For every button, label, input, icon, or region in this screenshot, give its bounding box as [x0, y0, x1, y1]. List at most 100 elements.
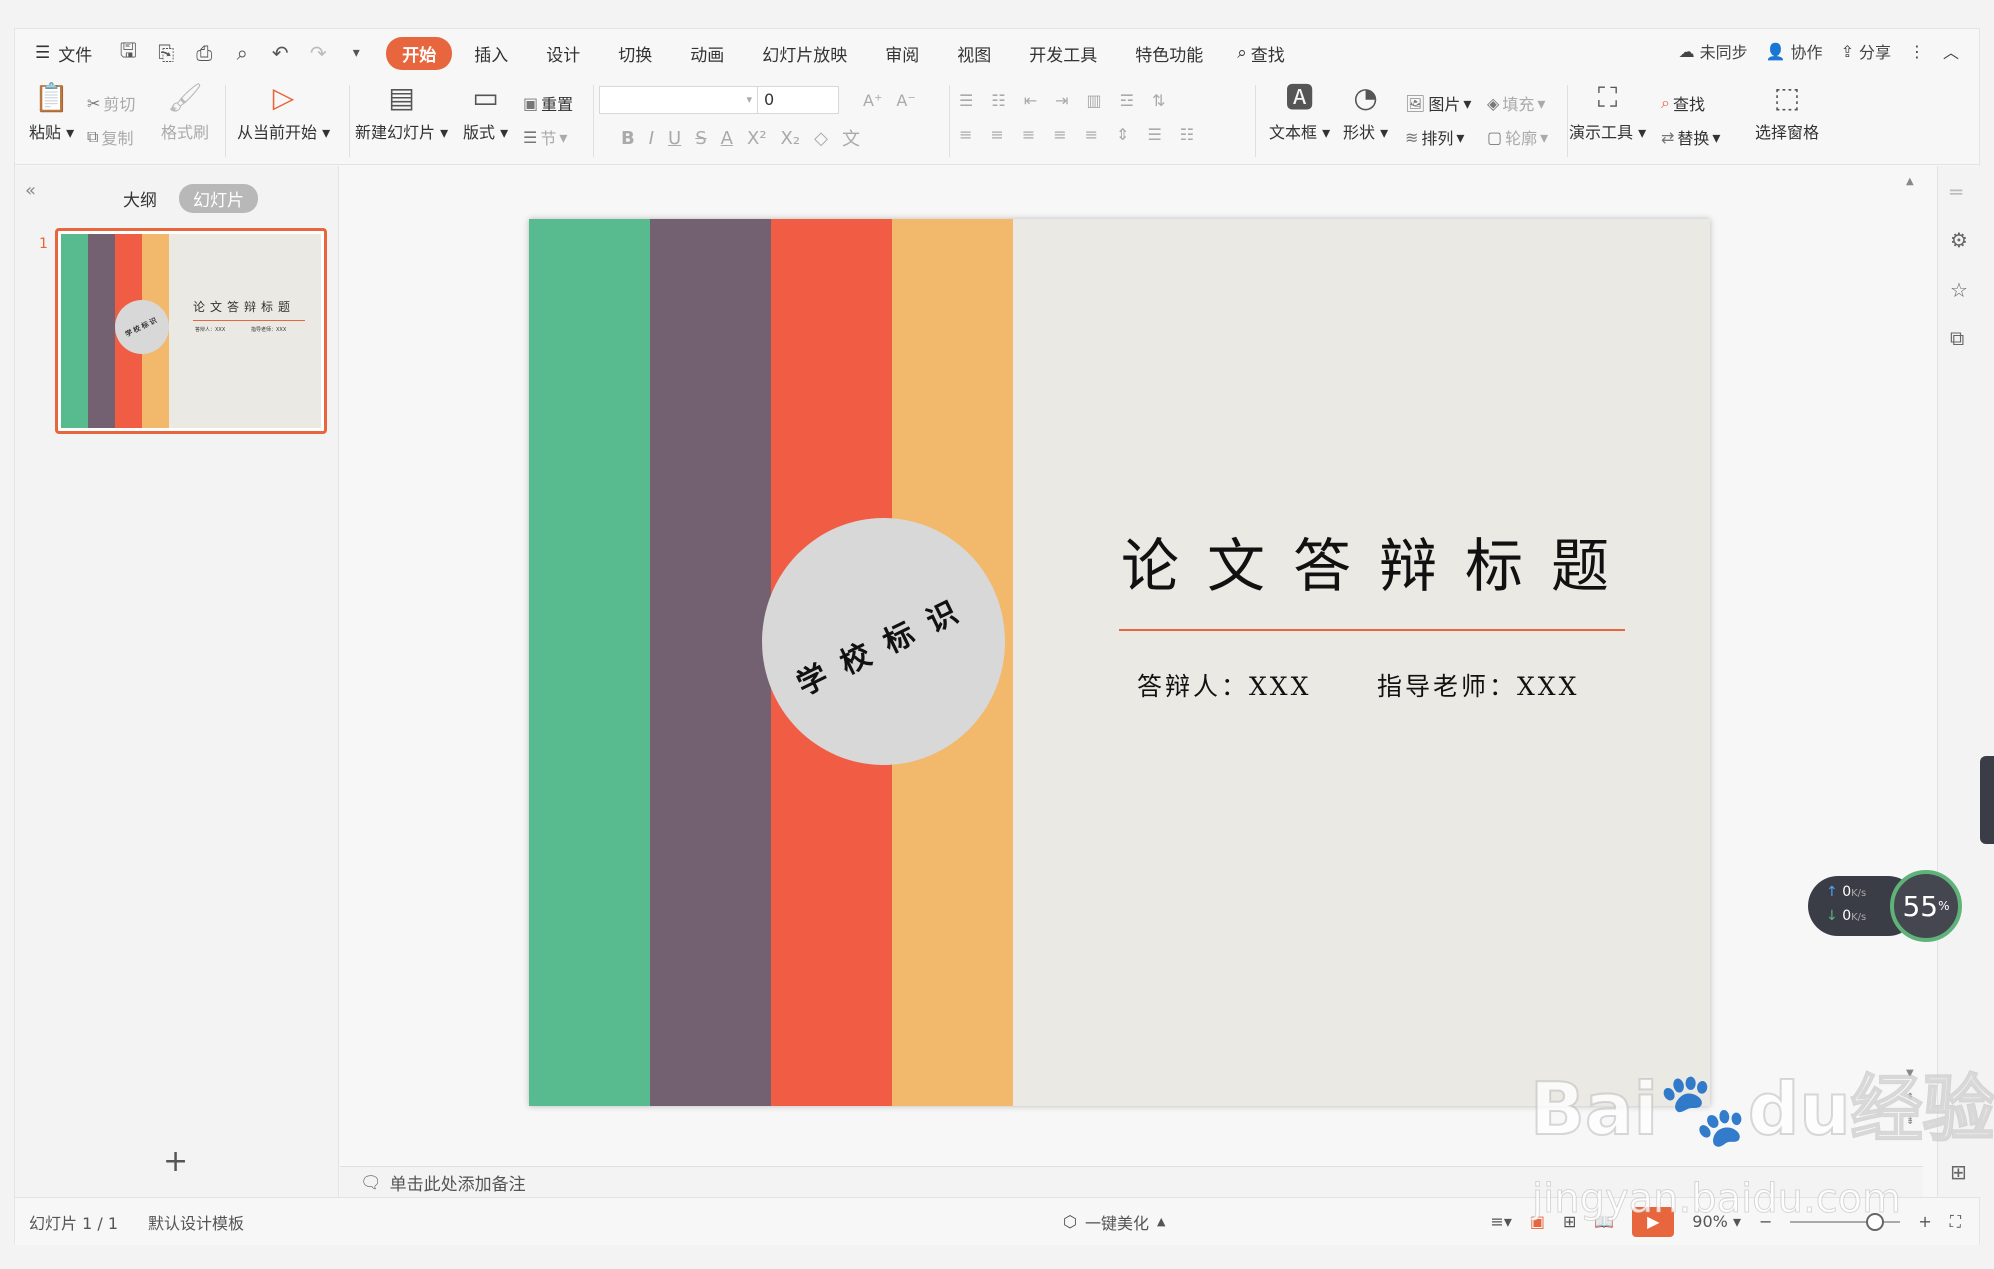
layout-button[interactable]: ▭ 版式 ▾ [463, 83, 508, 143]
slide-canvas[interactable]: 学校标识 论文答辩标题 答辩人：XXX 指导老师：XXX [529, 219, 1710, 1106]
find-button[interactable]: ⌕ 查找 [1661, 91, 1705, 115]
picture-button[interactable]: 🖼 图片 ▾ [1405, 91, 1471, 115]
search-button[interactable]: ⌕ 查找 [1237, 41, 1285, 66]
text-direction-icon[interactable]: ⇅ [1152, 91, 1165, 110]
italic-icon[interactable]: I [649, 128, 654, 149]
align-right-icon[interactable]: ≡ [1022, 125, 1035, 144]
play-from-current-button[interactable]: ▷ 从当前开始 ▾ [237, 83, 330, 143]
distribute-icon[interactable]: ≡ [1085, 125, 1098, 144]
tab-home[interactable]: 开始 [386, 36, 453, 70]
collapse-ribbon-icon[interactable]: ︿ [1943, 39, 1959, 63]
zoom-in-icon[interactable]: + [1918, 1212, 1931, 1231]
tab-transition[interactable]: 切换 [602, 37, 668, 70]
vertical-align-icon[interactable]: ⇕ [1116, 125, 1129, 144]
section-button[interactable]: ☰ 节 ▾ [523, 125, 567, 149]
picture-icon: 🖼 [1405, 93, 1426, 113]
transition-icon[interactable]: ⧉ [1950, 326, 1964, 350]
bold-icon[interactable]: B [621, 128, 635, 149]
presenter-text[interactable]: 答辩人：XXX [1137, 667, 1311, 703]
vertical-scrollbar[interactable]: ▲ ▼ ⇞ ⇟ [1906, 172, 1916, 1162]
align-left-icon[interactable]: ≡ [959, 125, 972, 144]
tab-slideshow[interactable]: 幻灯片放映 [746, 37, 863, 70]
superscript-icon[interactable]: X² [747, 128, 767, 149]
school-logo-circle[interactable]: 学校标识 [762, 518, 1005, 765]
para-spacing-icon[interactable]: ☰ [1147, 125, 1161, 144]
thumb-stripe-purple [88, 234, 115, 428]
notes-toggle-icon[interactable]: ≡▾ [1490, 1212, 1511, 1231]
undo-icon[interactable]: ↶ [268, 41, 292, 65]
fit-window-icon[interactable]: ⛶ [1950, 1212, 1961, 1232]
cut-button[interactable]: ✂ 剪切 [87, 91, 135, 115]
tab-developer[interactable]: 开发工具 [1013, 37, 1113, 70]
template-name[interactable]: 默认设计模板 [148, 1210, 244, 1234]
tab-insert[interactable]: 插入 [458, 37, 524, 70]
increase-font-icon[interactable]: A⁺ [863, 91, 882, 110]
font-size-select[interactable]: 0 [757, 86, 839, 114]
redo-icon[interactable]: ↷ [306, 41, 330, 65]
fill-button[interactable]: ◈ 填充 ▾ [1487, 91, 1545, 115]
animation-star-icon[interactable]: ☆ [1950, 278, 1968, 302]
tab-outline[interactable]: 大纲 [115, 184, 165, 213]
collapse-panel-icon[interactable]: « [25, 180, 36, 201]
format-painter-button[interactable]: 🖌 格式刷 [161, 83, 209, 143]
tab-animation[interactable]: 动画 [674, 37, 740, 70]
line-spacing-icon[interactable]: ☲ [1120, 91, 1134, 110]
new-slide-button[interactable]: ▤ 新建幻灯片 ▾ [355, 83, 448, 143]
shape-button[interactable]: ◔ 形状 ▾ [1343, 83, 1388, 143]
copy-button[interactable]: ⧉ 复制 [87, 125, 133, 149]
properties-icon[interactable]: ⚙ [1950, 228, 1968, 252]
font-family-select[interactable]: ▾ [599, 86, 759, 114]
export-icon[interactable]: ⎘ [154, 41, 178, 65]
reset-button[interactable]: ▣ 重置 [523, 91, 573, 115]
advisor-text[interactable]: 指导老师：XXX [1377, 667, 1579, 703]
textbox-button[interactable]: 🅰 文本框 ▾ [1269, 83, 1330, 143]
network-speed-widget[interactable]: ↑ 0K/s ↓ 0K/s 55% [1808, 870, 1968, 942]
indent-icon[interactable]: ⇥ [1055, 91, 1068, 110]
decrease-font-icon[interactable]: A⁻ [896, 91, 915, 110]
underline-icon[interactable]: U [668, 128, 681, 149]
outline-button[interactable]: ▢ 轮廓 ▾ [1487, 125, 1548, 149]
tab-review[interactable]: 审阅 [869, 37, 935, 70]
tab-design[interactable]: 设计 [530, 37, 596, 70]
selection-pane-button[interactable]: ⬚ 选择窗格 [1755, 83, 1819, 143]
font-color-icon[interactable]: A [721, 128, 733, 149]
columns-icon[interactable]: ▥ [1087, 91, 1102, 110]
clear-format-icon[interactable]: ◇ [814, 128, 828, 149]
align-center-icon[interactable]: ≡ [990, 125, 1003, 144]
drag-handle-icon[interactable]: ═ [1950, 180, 1962, 204]
smart-art-icon[interactable]: ☷ [1180, 125, 1194, 144]
new-slide-icon: ▤ [388, 81, 415, 114]
file-menu[interactable]: ☰ 文件 [35, 41, 92, 66]
replace-button[interactable]: ⇄ 替换 ▾ [1661, 125, 1720, 149]
slide-title[interactable]: 论文答辩标题 [1121, 519, 1637, 603]
arrange-button[interactable]: ≋ 排列 ▾ [1405, 125, 1464, 149]
slide-thumbnail[interactable]: 学校标识 论文答辩标题 答辩人：XXX 指导老师：XXX [55, 228, 327, 434]
tab-features[interactable]: 特色功能 [1119, 37, 1219, 70]
more-icon[interactable]: ⋮ [1909, 42, 1925, 61]
bullet-list-icon[interactable]: ☰ [959, 91, 973, 110]
scroll-up-icon[interactable]: ▲ [1906, 176, 1914, 187]
save-icon[interactable]: 🖫 [116, 36, 140, 70]
beautify-button[interactable]: ⬡ 一键美化 ▲ [1063, 1210, 1165, 1234]
share-button[interactable]: ⇪ 分享 [1841, 39, 1891, 63]
grid-menu-icon[interactable]: ⊞ [1950, 1160, 1967, 1184]
phonetic-icon[interactable]: 文 [842, 125, 860, 151]
numbered-list-icon[interactable]: ☷ [991, 91, 1005, 110]
ribbon-separator [593, 85, 594, 157]
print-icon[interactable]: ⎙ [192, 41, 216, 65]
print-preview-icon[interactable]: ⌕ [230, 41, 254, 65]
outdent-icon[interactable]: ⇤ [1024, 91, 1037, 110]
add-slide-icon[interactable]: + [163, 1144, 188, 1179]
tab-view[interactable]: 视图 [941, 37, 1007, 70]
justify-icon[interactable]: ≡ [1053, 125, 1066, 144]
strikethrough-icon[interactable]: S [695, 128, 706, 149]
presentation-tools-button[interactable]: ⛶ 演示工具 ▾ [1569, 83, 1646, 143]
collaborate-button[interactable]: 👤 协作 [1766, 39, 1823, 63]
customize-dropdown-icon[interactable]: ▾ [344, 45, 368, 61]
sync-button[interactable]: ☁ 未同步 [1679, 39, 1748, 63]
tab-slides[interactable]: 幻灯片 [179, 184, 258, 213]
hamburger-icon: ☰ [35, 43, 51, 63]
paste-button[interactable]: 📋 粘贴 ▾ [29, 83, 74, 143]
edge-dock-tab[interactable] [1980, 756, 1994, 844]
subscript-icon[interactable]: X₂ [781, 128, 801, 149]
